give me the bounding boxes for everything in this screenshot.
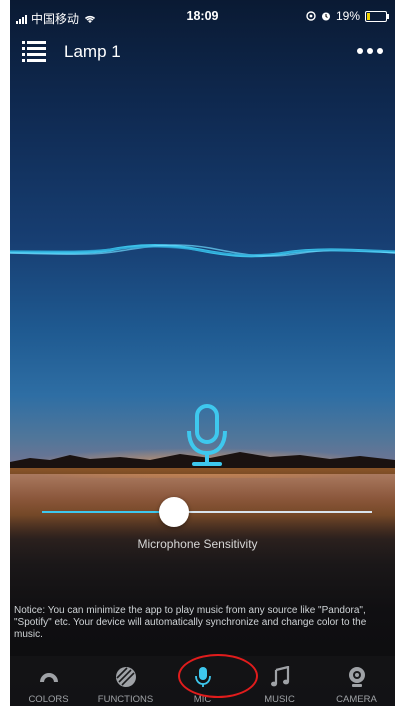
camera-icon (348, 667, 365, 687)
app-screen: 中国移动 18:09 19% Lamp 1 Microphone Sensiti… (10, 0, 395, 706)
microphone-icon (187, 404, 227, 466)
microphone-sensitivity-slider[interactable] (42, 497, 372, 527)
tab-colors[interactable]: COLORS (10, 656, 87, 706)
alarm-icon (321, 12, 330, 21)
location-lock-icon (306, 11, 316, 21)
slider-label: Microphone Sensitivity (137, 537, 258, 551)
list-menu-icon[interactable] (22, 40, 46, 62)
page-title: Lamp 1 (64, 42, 121, 61)
nav-bar: Lamp 1 (10, 30, 395, 74)
notice-text: Notice: You can minimize the app to play… (14, 605, 367, 640)
highlight-annotation-ring (178, 654, 258, 698)
battery-icon (365, 10, 389, 22)
status-bar: 中国移动 18:09 19% (10, 0, 395, 30)
colors-icon (39, 673, 58, 682)
sound-wave-visualizer (10, 244, 395, 258)
slider-fill (42, 511, 174, 513)
tab-colors-label: COLORS (28, 694, 69, 705)
more-options-icon[interactable] (357, 44, 387, 58)
functions-icon (115, 667, 136, 687)
music-note-icon (270, 666, 289, 687)
tab-music-label: MUSIC (264, 694, 295, 705)
tab-functions[interactable]: FUNCTIONS (87, 656, 164, 706)
tab-camera-label: CAMERA (336, 694, 377, 705)
battery-percent: 19% (335, 9, 360, 23)
slider-thumb[interactable] (159, 497, 189, 527)
tab-camera[interactable]: CAMERA (318, 656, 395, 706)
status-right: 19% (306, 9, 389, 23)
tab-functions-label: FUNCTIONS (97, 694, 154, 705)
